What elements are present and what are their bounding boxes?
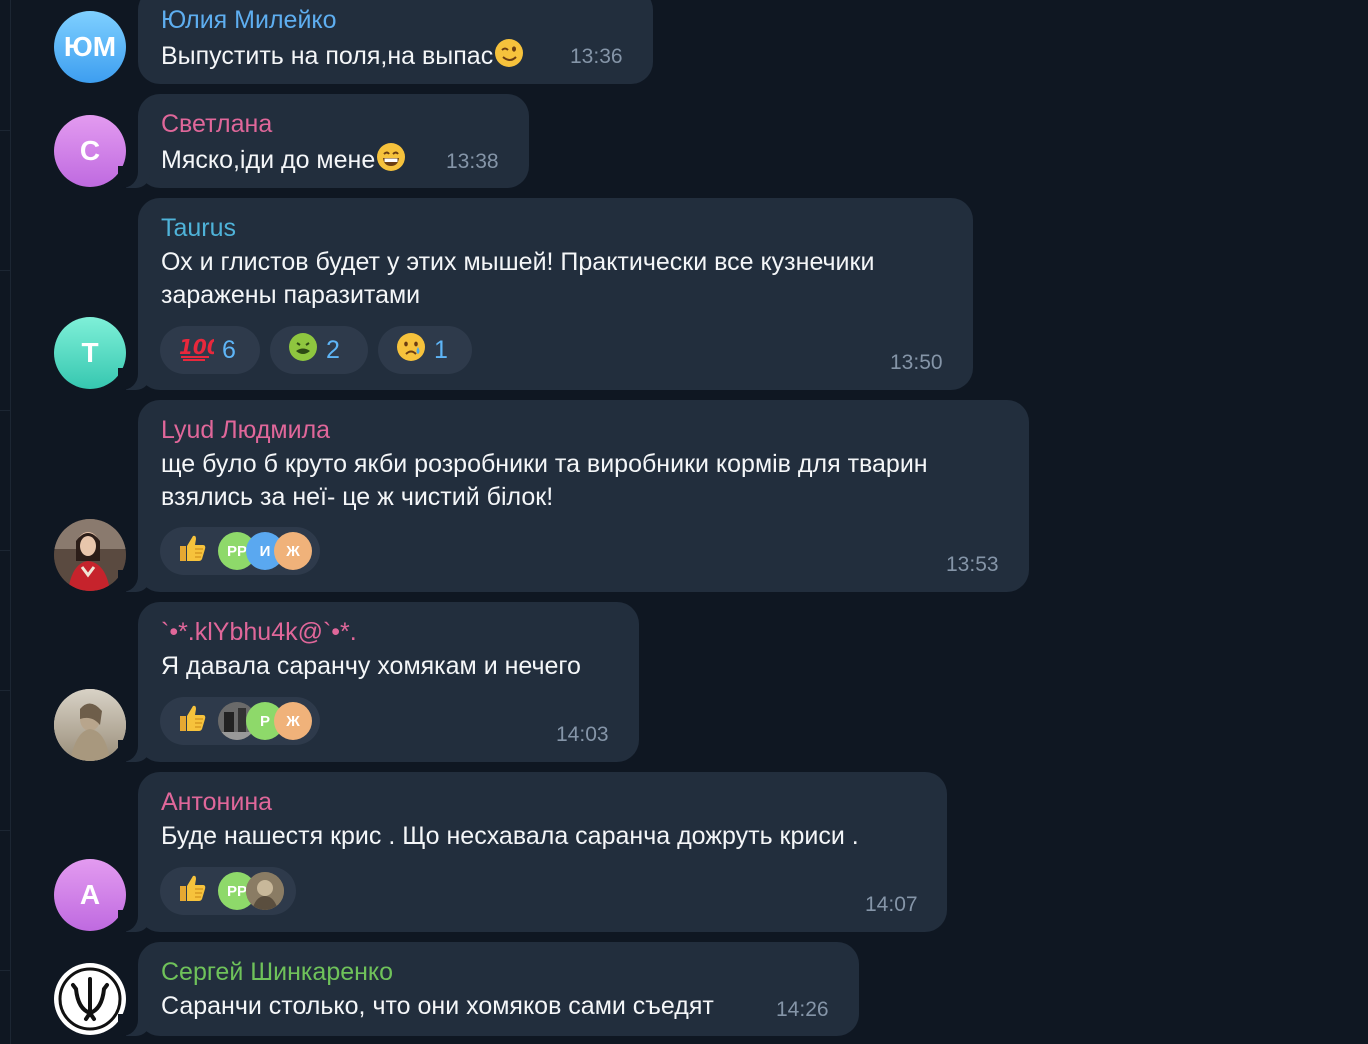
message-text: Мяско,іди до мене (161, 142, 406, 181)
message-time: 14:26 (776, 998, 829, 1021)
reactions-row: РР (160, 867, 296, 915)
avatar[interactable]: ЮМ (54, 11, 126, 83)
message-time: 14:07 (865, 893, 918, 916)
avatar[interactable] (54, 963, 126, 1035)
message-text-line: Ох и глистов будет у этих мышей! Практич… (161, 248, 875, 276)
avatar-initials: ЮМ (63, 31, 117, 62)
avatar-initials: С (79, 135, 101, 166)
hundred-points-emoji: 100 (178, 332, 221, 369)
trident-logo-icon (56, 965, 124, 1033)
author-name[interactable]: Светлана (161, 110, 272, 139)
crying-face-emoji (396, 332, 426, 369)
svg-text:100: 100 (179, 335, 214, 359)
message-text: Я давала саранчу хомякам и нечего (161, 652, 581, 680)
message-time: 13:50 (890, 351, 943, 374)
message-time: 13:38 (446, 150, 499, 173)
message-text: Саранчи столько, что они хомяков сами съ… (161, 992, 714, 1020)
thumbs-up-emoji (176, 532, 208, 571)
avatar[interactable]: T (54, 317, 126, 389)
reactions-row: 100 6 2 1 (160, 326, 472, 374)
avatar-photo (54, 689, 126, 761)
message-text-line: ще було б круто якби розробники та вироб… (161, 450, 928, 478)
reaction-thumbs-up[interactable]: Р Ж (160, 697, 320, 745)
left-panel-edge (0, 0, 11, 1044)
reaction-count: 1 (434, 335, 448, 364)
avatar-initials: А (79, 879, 101, 910)
wink-emoji (494, 38, 524, 77)
reaction-crying[interactable]: 1 (378, 326, 472, 374)
reactor-avatar: Ж (274, 532, 312, 570)
reaction-thumbs-up[interactable]: РР (160, 867, 296, 915)
author-name[interactable]: Сергей Шинкаренко (161, 958, 393, 987)
author-name[interactable]: Taurus (161, 214, 236, 243)
message-text-line: заражены паразитами (161, 281, 421, 309)
grin-emoji (376, 142, 406, 181)
reaction-count: 2 (326, 335, 340, 364)
avatar[interactable] (54, 519, 126, 591)
message-text: Выпустить на поля,на выпас (161, 38, 524, 77)
reaction-thumbs-up[interactable]: РР И Ж (160, 527, 320, 575)
message-bubble[interactable]: Юлия Милейко Выпустить на поля,на выпас … (138, 0, 653, 84)
message-bubble[interactable]: Светлана Мяско,іди до мене 13:38 (118, 94, 529, 188)
message-bubble[interactable]: `•*.klYbhu4k@`•*. Я давала саранчу хомяк… (118, 602, 639, 762)
reactor-avatars: Р Ж (218, 702, 312, 740)
thumbs-up-emoji (176, 702, 208, 741)
avatar[interactable] (54, 689, 126, 761)
author-name[interactable]: Lyud Людмила (161, 416, 330, 445)
message-text-line: взялись за неї- це ж чистий білок! (161, 483, 554, 511)
avatar[interactable]: А (54, 859, 126, 931)
reactor-avatar: Ж (274, 702, 312, 740)
reaction-nauseated[interactable]: 2 (270, 326, 368, 374)
message-bubble[interactable]: Сергей Шинкаренко Саранчи столько, что о… (118, 942, 859, 1036)
author-name[interactable]: `•*.klYbhu4k@`•*. (161, 618, 357, 647)
message-text: Буде нашестя крис . Що несхавала саранча… (161, 822, 859, 850)
reaction-count: 6 (222, 335, 236, 364)
reactions-row: РР И Ж (160, 527, 320, 575)
author-name[interactable]: Антонина (161, 788, 272, 817)
message-time: 13:53 (946, 553, 999, 576)
author-name[interactable]: Юлия Милейко (161, 6, 337, 35)
reactor-avatar (246, 872, 284, 910)
avatar[interactable]: С (54, 115, 126, 187)
thumbs-up-emoji (176, 872, 208, 911)
reaction-hundred[interactable]: 100 6 (160, 326, 260, 374)
reactor-avatars: РР (218, 872, 284, 910)
message-bubble[interactable]: Taurus Ох и глистов будет у этих мышей! … (118, 198, 973, 390)
message-bubble[interactable]: Lyud Людмила ще було б круто якби розроб… (118, 400, 1029, 592)
message-time: 14:03 (556, 723, 609, 746)
reactions-row: Р Ж (160, 697, 320, 745)
avatar-photo (54, 519, 126, 591)
message-bubble[interactable]: Антонина Буде нашестя крис . Що несхавал… (118, 772, 947, 932)
nauseated-face-emoji (288, 332, 318, 369)
avatar-initials: T (81, 337, 99, 368)
message-time: 13:36 (570, 45, 623, 68)
reactor-avatars: РР И Ж (218, 532, 312, 570)
